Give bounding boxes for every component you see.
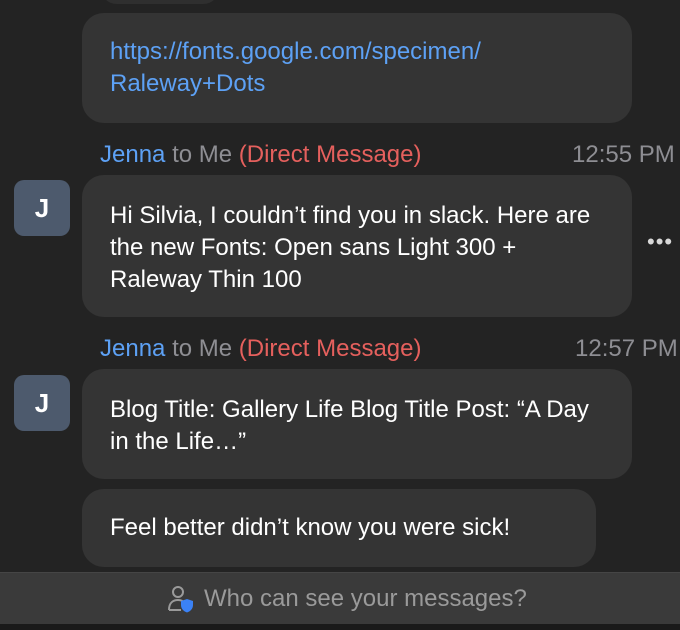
message-timestamp: 12:57 PM bbox=[575, 335, 678, 362]
previous-message-bubble bbox=[100, 0, 220, 4]
sender-name[interactable]: Jenna bbox=[100, 141, 165, 168]
message-header-2: Jenna to Me (Direct Message) bbox=[100, 334, 421, 364]
privacy-footer-text[interactable]: Who can see your messages? bbox=[204, 585, 527, 613]
privacy-footer[interactable]: Who can see your messages? bbox=[0, 572, 680, 624]
message-header-1: Jenna to Me (Direct Message) bbox=[100, 140, 421, 170]
sender-name[interactable]: Jenna bbox=[100, 335, 165, 362]
message-bubble-link: https://fonts.google.com/specimen/ Ralew… bbox=[82, 13, 632, 123]
avatar[interactable]: J bbox=[14, 180, 70, 236]
message-text: Hi Silvia, I couldn’t find you in slack.… bbox=[110, 202, 591, 293]
message-link[interactable]: https://fonts.google.com/specimen/ Ralew… bbox=[110, 38, 481, 97]
message-bubble: Feel better didn’t know you were sick! bbox=[82, 489, 596, 567]
recipient-label: to Me bbox=[172, 141, 233, 168]
window-bottom-edge bbox=[0, 624, 680, 630]
message-bubble: Hi Silvia, I couldn’t find you in slack.… bbox=[82, 175, 632, 317]
ellipsis-icon[interactable]: ••• bbox=[647, 231, 673, 253]
privacy-footer-content[interactable]: Who can see your messages? bbox=[166, 583, 527, 615]
avatar[interactable]: J bbox=[14, 375, 70, 431]
direct-message-tag: (Direct Message) bbox=[238, 335, 422, 362]
person-shield-icon bbox=[168, 586, 193, 613]
message-text: Blog Title: Gallery Life Blog Title Post… bbox=[110, 396, 589, 455]
message-text: Feel better didn’t know you were sick! bbox=[110, 514, 511, 541]
direct-message-tag: (Direct Message) bbox=[238, 141, 422, 168]
chat-transcript: https://fonts.google.com/specimen/ Ralew… bbox=[0, 0, 680, 630]
recipient-label: to Me bbox=[172, 335, 233, 362]
message-timestamp: 12:55 PM bbox=[572, 141, 675, 168]
message-bubble: Blog Title: Gallery Life Blog Title Post… bbox=[82, 369, 632, 479]
